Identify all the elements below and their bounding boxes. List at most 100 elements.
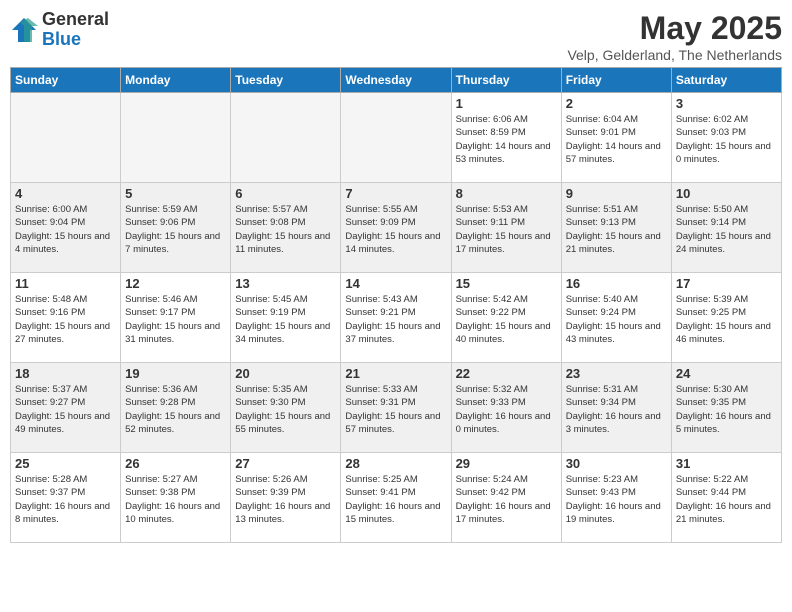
calendar-day: 19 Sunrise: 5:36 AMSunset: 9:28 PMDayligh… — [121, 363, 231, 453]
location: Velp, Gelderland, The Netherlands — [567, 47, 782, 63]
day-number: 24 — [676, 366, 777, 381]
day-info: Sunrise: 5:46 AMSunset: 9:17 PMDaylight:… — [125, 293, 226, 346]
weekday-header: Wednesday — [341, 68, 451, 93]
calendar-week-row: 11 Sunrise: 5:48 AMSunset: 9:16 PMDayligh… — [11, 273, 782, 363]
calendar-day: 12Sunrise: 5:46 AMSunset: 9:17 PMDayligh… — [121, 273, 231, 363]
calendar-week-row: 18 Sunrise: 5:37 AMSunset: 9:27 PMDayligh… — [11, 363, 782, 453]
calendar-day: 21 Sunrise: 5:33 AMSunset: 9:31 PMDayligh… — [341, 363, 451, 453]
month-title: May 2025 — [567, 10, 782, 47]
weekday-header: Tuesday — [231, 68, 341, 93]
day-number: 13 — [235, 276, 336, 291]
weekday-header: Monday — [121, 68, 231, 93]
calendar-day: 10Sunrise: 5:50 AMSunset: 9:14 PMDayligh… — [671, 183, 781, 273]
day-info: Sunrise: 5:37 AMSunset: 9:27 PMDaylight:… — [15, 383, 116, 436]
day-info: Sunrise: 5:27 AMSunset: 9:38 PMDaylight:… — [125, 473, 226, 526]
calendar-day: 7 Sunrise: 5:55 AMSunset: 9:09 PMDaylight… — [341, 183, 451, 273]
calendar-day: 17 Sunrise: 5:39 AMSunset: 9:25 PMDayligh… — [671, 273, 781, 363]
day-info: Sunrise: 5:25 AMSunset: 9:41 PMDaylight:… — [345, 473, 446, 526]
day-info: Sunrise: 5:59 AMSunset: 9:06 PMDaylight:… — [125, 203, 226, 256]
day-number: 21 — [345, 366, 446, 381]
day-info: Sunrise: 5:30 AMSunset: 9:35 PMDaylight:… — [676, 383, 777, 436]
day-info: Sunrise: 5:35 AMSunset: 9:30 PMDaylight:… — [235, 383, 336, 436]
day-number: 25 — [15, 456, 116, 471]
day-info: Sunrise: 5:24 AMSunset: 9:42 PMDaylight:… — [456, 473, 557, 526]
calendar-day — [231, 93, 341, 183]
day-number: 1 — [456, 96, 557, 111]
day-info: Sunrise: 5:42 AMSunset: 9:22 PMDaylight:… — [456, 293, 557, 346]
calendar-day: 5Sunrise: 5:59 AMSunset: 9:06 PMDaylight… — [121, 183, 231, 273]
calendar-day: 31 Sunrise: 5:22 AMSunset: 9:44 PMDayligh… — [671, 453, 781, 543]
day-number: 18 — [15, 366, 116, 381]
day-number: 6 — [235, 186, 336, 201]
day-info: Sunrise: 5:50 AMSunset: 9:14 PMDaylight:… — [676, 203, 777, 256]
calendar-day: 24 Sunrise: 5:30 AMSunset: 9:35 PMDayligh… — [671, 363, 781, 453]
calendar-day: 20 Sunrise: 5:35 AMSunset: 9:30 PMDayligh… — [231, 363, 341, 453]
calendar-day: 15Sunrise: 5:42 AMSunset: 9:22 PMDayligh… — [451, 273, 561, 363]
day-info: Sunrise: 5:36 AMSunset: 9:28 PMDaylight:… — [125, 383, 226, 436]
calendar-day: 29 Sunrise: 5:24 AMSunset: 9:42 PMDayligh… — [451, 453, 561, 543]
calendar-day — [11, 93, 121, 183]
calendar-day — [341, 93, 451, 183]
day-info: Sunrise: 6:00 AMSunset: 9:04 PMDaylight:… — [15, 203, 116, 256]
day-number: 29 — [456, 456, 557, 471]
calendar-day: 27 Sunrise: 5:26 AMSunset: 9:39 PMDayligh… — [231, 453, 341, 543]
day-number: 22 — [456, 366, 557, 381]
calendar-day: 28 Sunrise: 5:25 AMSunset: 9:41 PMDayligh… — [341, 453, 451, 543]
calendar-day: 18 Sunrise: 5:37 AMSunset: 9:27 PMDayligh… — [11, 363, 121, 453]
day-number: 23 — [566, 366, 667, 381]
calendar-day: 3 Sunrise: 6:02 AMSunset: 9:03 PMDaylight… — [671, 93, 781, 183]
day-info: Sunrise: 5:55 AMSunset: 9:09 PMDaylight:… — [345, 203, 446, 256]
day-info: Sunrise: 5:33 AMSunset: 9:31 PMDaylight:… — [345, 383, 446, 436]
day-number: 20 — [235, 366, 336, 381]
day-number: 16 — [566, 276, 667, 291]
day-info: Sunrise: 6:06 AMSunset: 8:59 PMDaylight:… — [456, 113, 557, 166]
day-number: 3 — [676, 96, 777, 111]
calendar-day: 22Sunrise: 5:32 AMSunset: 9:33 PMDayligh… — [451, 363, 561, 453]
day-info: Sunrise: 5:26 AMSunset: 9:39 PMDaylight:… — [235, 473, 336, 526]
day-info: Sunrise: 5:39 AMSunset: 9:25 PMDaylight:… — [676, 293, 777, 346]
day-number: 27 — [235, 456, 336, 471]
day-number: 7 — [345, 186, 446, 201]
logo-blue: Blue — [42, 29, 81, 49]
calendar-day: 6 Sunrise: 5:57 AMSunset: 9:08 PMDaylight… — [231, 183, 341, 273]
day-info: Sunrise: 5:31 AMSunset: 9:34 PMDaylight:… — [566, 383, 667, 436]
day-number: 17 — [676, 276, 777, 291]
calendar-table: SundayMondayTuesdayWednesdayThursdayFrid… — [10, 67, 782, 543]
day-info: Sunrise: 5:51 AMSunset: 9:13 PMDaylight:… — [566, 203, 667, 256]
weekday-header: Sunday — [11, 68, 121, 93]
calendar-day: 2 Sunrise: 6:04 AMSunset: 9:01 PMDaylight… — [561, 93, 671, 183]
day-info: Sunrise: 5:23 AMSunset: 9:43 PMDaylight:… — [566, 473, 667, 526]
logo-general: General — [42, 9, 109, 29]
day-info: Sunrise: 5:48 AMSunset: 9:16 PMDaylight:… — [15, 293, 116, 346]
calendar-week-row: 4Sunrise: 6:00 AMSunset: 9:04 PMDaylight… — [11, 183, 782, 273]
day-number: 31 — [676, 456, 777, 471]
logo: General Blue — [10, 10, 109, 50]
day-info: Sunrise: 6:02 AMSunset: 9:03 PMDaylight:… — [676, 113, 777, 166]
day-number: 8 — [456, 186, 557, 201]
weekday-header: Saturday — [671, 68, 781, 93]
logo-icon — [10, 16, 38, 44]
day-number: 28 — [345, 456, 446, 471]
day-info: Sunrise: 5:53 AMSunset: 9:11 PMDaylight:… — [456, 203, 557, 256]
day-info: Sunrise: 5:45 AMSunset: 9:19 PMDaylight:… — [235, 293, 336, 346]
calendar-day: 9Sunrise: 5:51 AMSunset: 9:13 PMDaylight… — [561, 183, 671, 273]
day-info: Sunrise: 5:28 AMSunset: 9:37 PMDaylight:… — [15, 473, 116, 526]
day-number: 14 — [345, 276, 446, 291]
day-info: Sunrise: 6:04 AMSunset: 9:01 PMDaylight:… — [566, 113, 667, 166]
day-number: 11 — [15, 276, 116, 291]
calendar-day: 8 Sunrise: 5:53 AMSunset: 9:11 PMDaylight… — [451, 183, 561, 273]
calendar-day: 25 Sunrise: 5:28 AMSunset: 9:37 PMDayligh… — [11, 453, 121, 543]
day-info: Sunrise: 5:22 AMSunset: 9:44 PMDaylight:… — [676, 473, 777, 526]
page-header: General Blue May 2025 Velp, Gelderland, … — [10, 10, 782, 63]
calendar-day — [121, 93, 231, 183]
calendar-week-row: 1 Sunrise: 6:06 AMSunset: 8:59 PMDaylight… — [11, 93, 782, 183]
title-block: May 2025 Velp, Gelderland, The Netherlan… — [567, 10, 782, 63]
calendar-day: 4Sunrise: 6:00 AMSunset: 9:04 PMDaylight… — [11, 183, 121, 273]
calendar-day: 1 Sunrise: 6:06 AMSunset: 8:59 PMDaylight… — [451, 93, 561, 183]
day-number: 2 — [566, 96, 667, 111]
day-info: Sunrise: 5:57 AMSunset: 9:08 PMDaylight:… — [235, 203, 336, 256]
calendar-day: 26Sunrise: 5:27 AMSunset: 9:38 PMDayligh… — [121, 453, 231, 543]
day-number: 19 — [125, 366, 226, 381]
calendar-day: 11 Sunrise: 5:48 AMSunset: 9:16 PMDayligh… — [11, 273, 121, 363]
day-info: Sunrise: 5:43 AMSunset: 9:21 PMDaylight:… — [345, 293, 446, 346]
